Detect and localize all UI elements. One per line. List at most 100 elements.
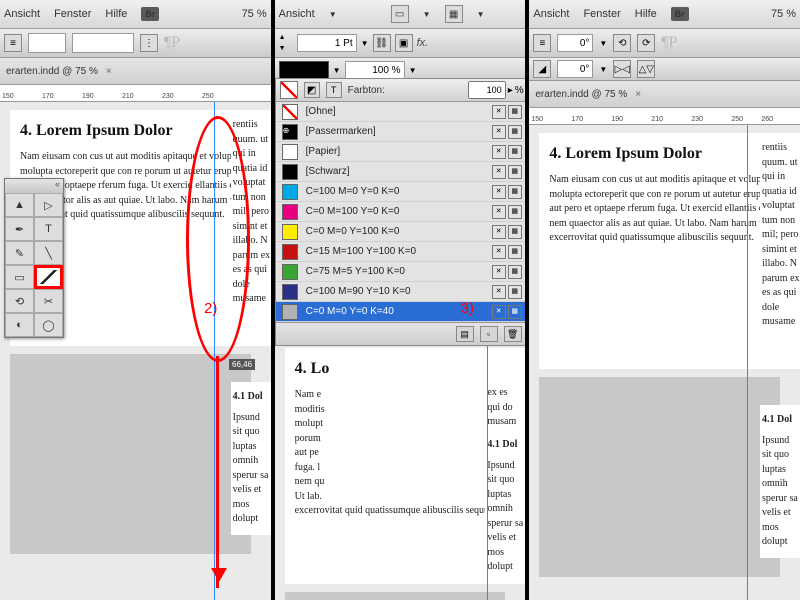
swatch-name: C=15 M=100 Y=100 K=0 [306,246,484,257]
right-column-fragment: ex es qui do musam [485,378,525,438]
screen-mode-icon[interactable]: ▭ [391,5,409,23]
options-icon[interactable]: ⋮ [140,34,158,52]
align-icon[interactable]: ≡ [533,34,551,52]
delete-swatch-icon[interactable]: 🗑 [504,326,522,342]
guide-line[interactable] [747,125,748,600]
cursor-coordinates: 66,46 [229,359,255,370]
swatch-chip [282,244,298,260]
rotate-input[interactable]: 0° [557,34,593,52]
flip-h-icon[interactable]: ⟲ [613,34,631,52]
new-swatch-button[interactable]: ▫ [480,326,498,342]
close-tab-icon[interactable]: × [635,89,641,100]
line-tool[interactable]: ╲ [34,241,63,265]
placeholder-frame[interactable] [285,592,506,600]
body-text: Nam eiusam con cus ut aut moditis apitaq… [549,173,790,246]
swatch-chip [282,164,298,180]
panel-grip[interactable]: « [5,179,63,193]
pencil-tool[interactable]: ✎ [5,241,34,265]
swatch-row[interactable]: C=15 M=100 Y=100 K=0 ✕▦ [276,242,528,262]
line-tool-selected[interactable] [34,265,63,289]
swatch-row[interactable]: C=75 M=5 Y=100 K=0✕▦ [276,262,528,282]
placeholder-frame[interactable] [539,377,780,577]
document-tab[interactable]: erarten.indd @ 75 % [535,89,627,100]
fill-stroke-icon[interactable]: ◩ [304,82,320,98]
flip-icon[interactable]: ▷◁ [613,60,631,78]
flip-v-icon[interactable]: ⟳ [637,34,655,52]
arrange-icon[interactable]: ▦ [445,5,463,23]
tint-input[interactable] [468,81,506,99]
menu-ansicht[interactable]: Ansicht [4,8,40,20]
bridge-icon[interactable]: Br [141,7,159,21]
menu-fenster[interactable]: Fenster [583,8,620,20]
lock-icon: ✕ [492,245,506,259]
lock-icon: ✕ [492,205,506,219]
color-type-icon: ▦ [508,185,522,199]
lock-icon: ✕ [492,285,506,299]
zoom-level[interactable]: 75 % [242,8,267,20]
color-type-icon: ▦ [508,305,522,319]
color-type-icon: ▦ [508,125,522,139]
menu-ansicht[interactable]: Ansicht [533,8,569,20]
swatch-row[interactable]: C=0 M=0 Y=100 K=0✕▦ [276,222,528,242]
color-type-icon: ▦ [508,285,522,299]
tools-panel[interactable]: « ▲▷ ✒T ✎╲ ▭ ⟲✂ ◐◯ [4,178,64,338]
paragraph-style-icon: ¶P [661,34,677,52]
color-type-icon: ▦ [508,245,522,259]
swatch-row[interactable]: [Ohne]✕▦ [276,102,528,122]
pen-tool[interactable]: ✒ [5,217,34,241]
flip-icon-v[interactable]: △▽ [637,60,655,78]
ellipse-tool[interactable]: ◯ [34,313,63,337]
text-fill-icon[interactable]: T [326,82,342,98]
menu-fenster[interactable]: Fenster [54,8,91,20]
effects-icon[interactable]: ▣ [395,34,413,52]
swatch-name: [Passermarken] [306,126,484,137]
fx-icon[interactable]: fx. [417,37,429,49]
menu-hilfe[interactable]: Hilfe [105,8,127,20]
swatch-name: [Ohne] [306,106,484,117]
swatch-row[interactable]: ⊕[Passermarken]✕▦ [276,122,528,142]
stroke-style[interactable] [279,61,329,79]
scale-tool[interactable]: ✂ [34,289,63,313]
bridge-icon[interactable]: Br [671,7,689,21]
close-tab-icon[interactable]: × [106,66,112,77]
shear-input[interactable]: 0° [557,60,593,78]
align-icon[interactable]: ≡ [4,34,22,52]
new-swatch-icon[interactable]: ▤ [456,326,474,342]
swatch-chip [282,224,298,240]
swatch-name: C=0 M=0 Y=100 K=0 [306,226,484,237]
lock-icon: ✕ [492,145,506,159]
swatch-name: C=75 M=5 Y=100 K=0 [306,266,484,277]
opacity-input[interactable]: 100 % [345,61,405,79]
selection-tool[interactable]: ▲ [5,193,34,217]
gradient-tool[interactable]: ◐ [5,313,34,337]
direct-selection-tool[interactable]: ▷ [34,193,63,217]
shear-icon[interactable]: ◢ [533,60,551,78]
swatch-row[interactable]: C=0 M=0 Y=0 K=40✕▦ [276,302,528,322]
color-type-icon: ▦ [508,265,522,279]
swatch-row[interactable]: C=100 M=90 Y=10 K=0✕▦ [276,282,528,302]
swatch-chip [282,204,298,220]
swatch-row[interactable]: [Schwarz]✕▦ [276,162,528,182]
annotation-arrow [216,356,219,588]
swatches-panel[interactable]: ◩ T Farbton: ▸% [Ohne]✕▦⊕[Passermarken]✕… [275,78,529,346]
menu-hilfe[interactable]: Hilfe [635,8,657,20]
swatch-row[interactable]: C=100 M=0 Y=0 K=0✕▦ [276,182,528,202]
color-type-icon: ▦ [508,145,522,159]
dropdown-slot[interactable] [72,33,134,53]
swatch-row[interactable]: [Papier]✕▦ [276,142,528,162]
link-icon[interactable]: ⛓ [373,34,391,52]
heading: 4. Lorem Ipsum Dolor [549,145,790,163]
zoom-level[interactable]: 75 % [771,8,796,20]
none-swatch-icon[interactable] [280,81,298,99]
frame-tool[interactable]: ▭ [5,265,34,289]
rotate-tool[interactable]: ⟲ [5,289,34,313]
document-tab[interactable]: erarten.indd @ 75 % [6,66,98,77]
menu-ansicht[interactable]: Ansicht [279,8,315,20]
heading: 4. Lo [295,360,516,378]
stroke-weight-input[interactable]: 1 Pt [297,34,357,52]
swatch-name: C=100 M=0 Y=0 K=0 [306,186,484,197]
annotation-2: 2) [204,300,217,317]
swatch-row[interactable]: C=0 M=100 Y=0 K=0✕▦ [276,202,528,222]
type-tool[interactable]: T [34,217,63,241]
dropdown-slot[interactable] [28,33,66,53]
